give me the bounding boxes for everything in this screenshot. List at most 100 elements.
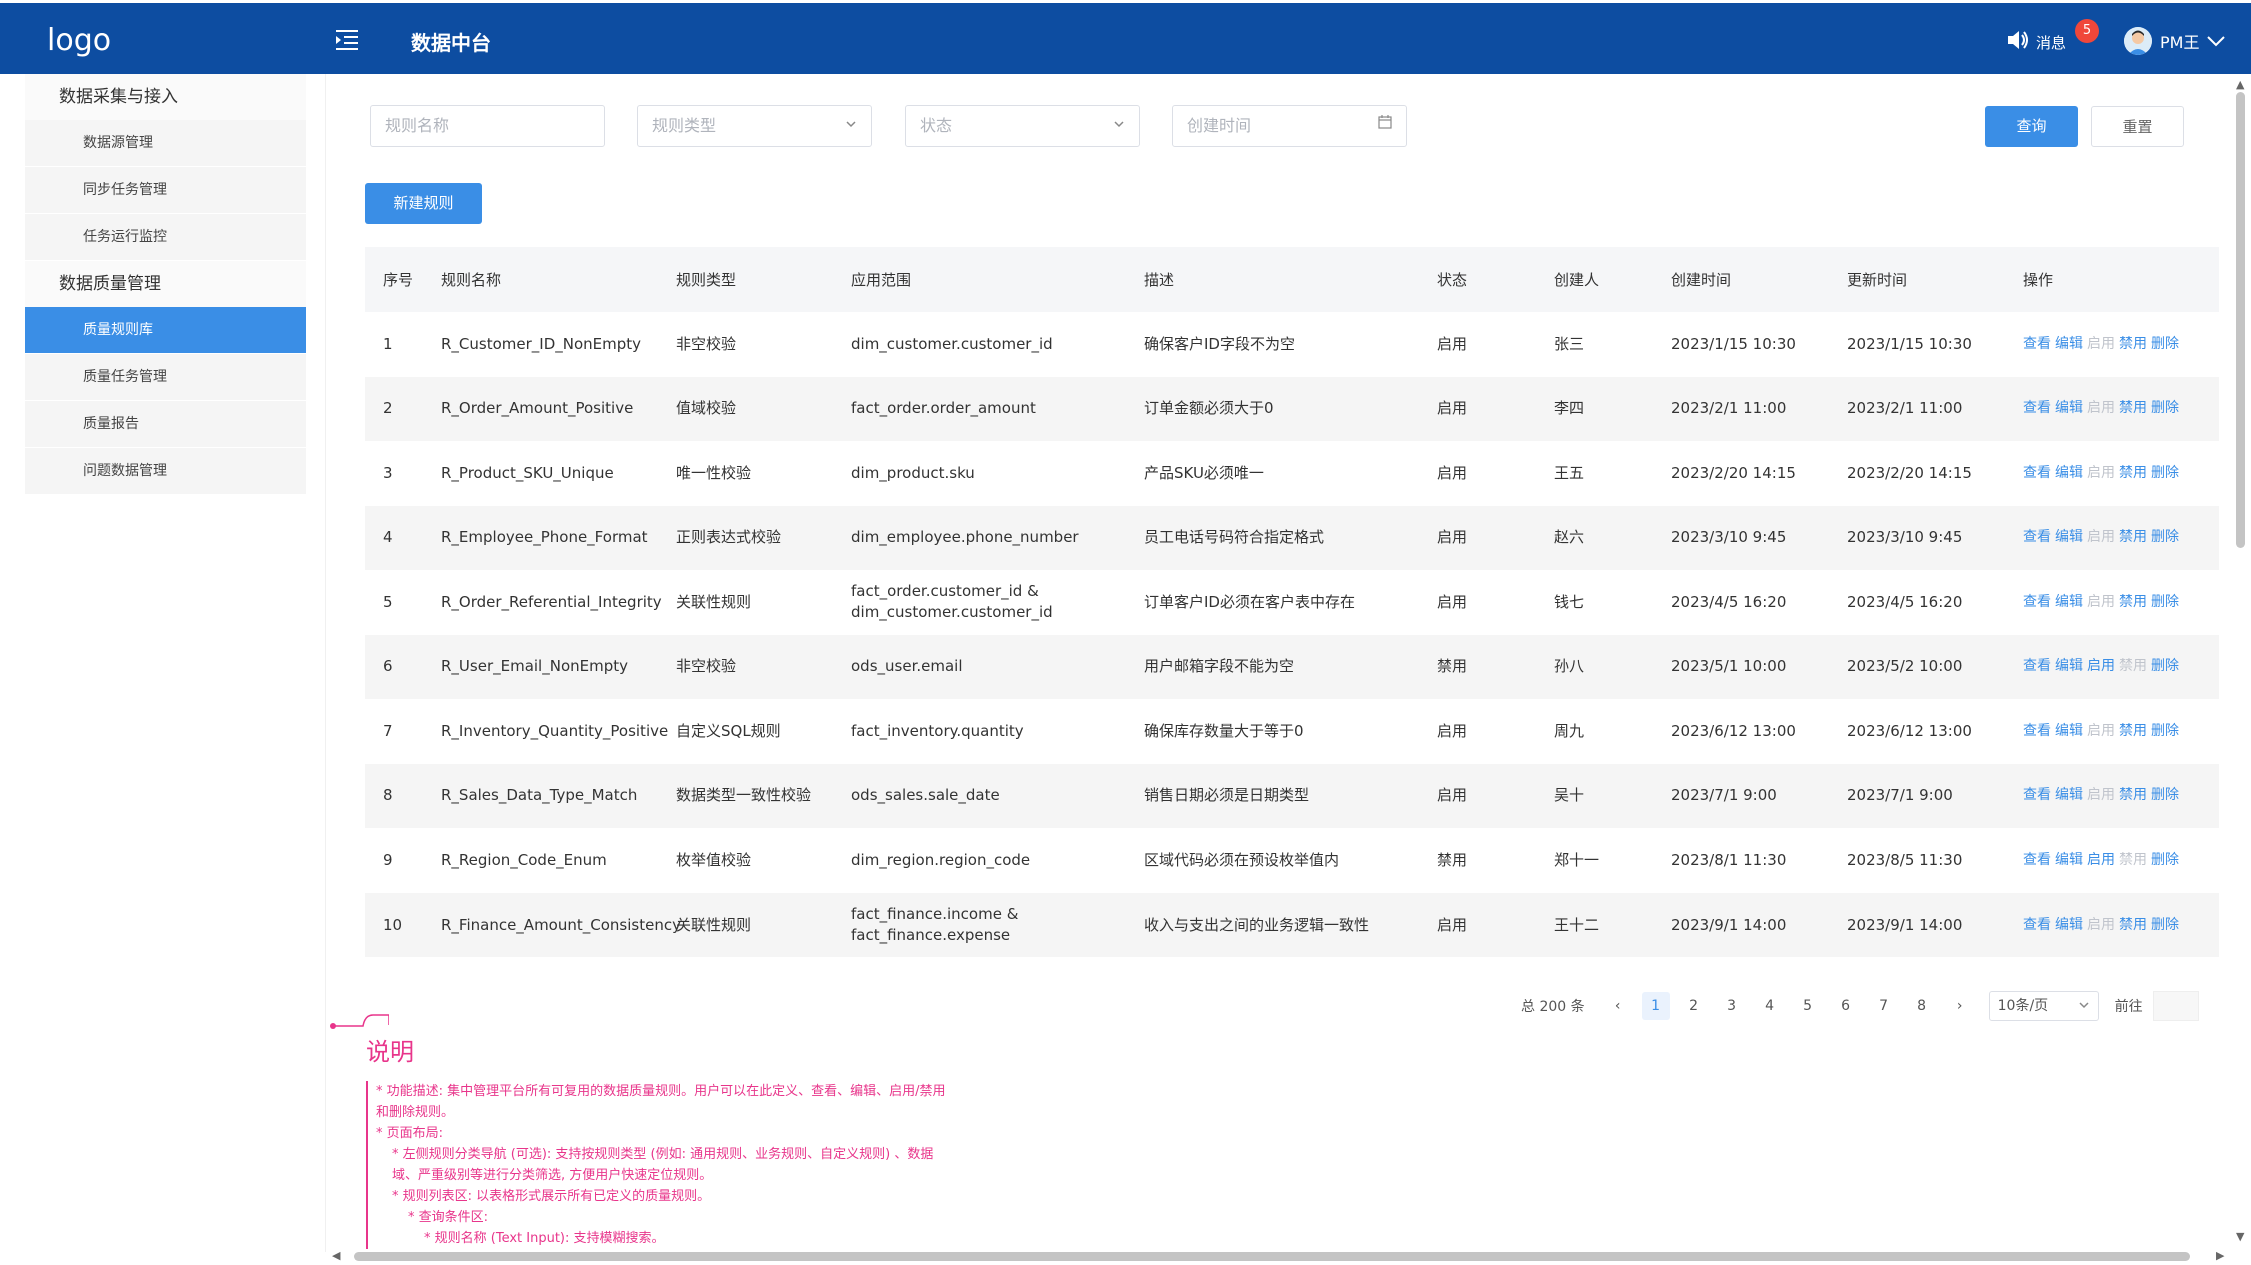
scroll-right-icon[interactable]: ▶ [2216,1249,2224,1262]
disable-button[interactable]: 禁用 [2119,465,2147,481]
horizontal-scrollbar[interactable]: ◀ ▶ [330,1248,2230,1265]
delete-button[interactable]: 删除 [2151,594,2179,610]
sidebar-item-problem-data[interactable]: 问题数据管理 [25,448,306,495]
view-button[interactable]: 查看 [2023,594,2051,610]
edit-button[interactable]: 编辑 [2055,852,2083,868]
cell-type: 唯一性校验 [658,440,833,506]
sidebar-item-quality-tasks[interactable]: 质量任务管理 [25,354,306,401]
delete-button[interactable]: 删除 [2151,465,2179,481]
created-time-picker[interactable]: 创建时间 [1172,105,1407,147]
enable-button[interactable]: 启用 [2087,658,2115,674]
cell-status: 启用 [1419,505,1536,570]
view-button[interactable]: 查看 [2023,465,2051,481]
user-menu[interactable]: PM王 [2124,27,2226,55]
rule-name-input[interactable]: 规则名称 [370,105,605,147]
cell-name: R_User_Email_NonEmpty [423,634,658,699]
edit-button[interactable]: 编辑 [2055,658,2083,674]
view-button[interactable]: 查看 [2023,723,2051,739]
delete-button[interactable]: 删除 [2151,787,2179,803]
messages-button[interactable]: 消息 [2006,29,2066,55]
sidebar-item-task-monitor[interactable]: 任务运行监控 [25,214,306,261]
prev-page-button[interactable]: ‹ [1599,998,1637,1014]
rule-type-select[interactable]: 规则类型 [637,105,872,147]
page-button[interactable]: 3 [1713,998,1751,1014]
vertical-scroll-thumb[interactable] [2236,92,2245,548]
enable-button[interactable]: 启用 [2087,852,2115,868]
cell-created: 2023/2/20 14:15 [1653,440,1829,506]
next-page-button[interactable]: › [1941,998,1979,1014]
vertical-scrollbar[interactable]: ▲ ▼ [2232,78,2250,1248]
scroll-down-icon[interactable]: ▼ [2236,1230,2244,1243]
delete-button[interactable]: 删除 [2151,723,2179,739]
page-button[interactable]: 1 [1641,992,1670,1020]
view-button[interactable]: 查看 [2023,917,2051,933]
page-button[interactable]: 7 [1865,998,1903,1014]
scroll-left-icon[interactable]: ◀ [332,1249,340,1262]
sidebar-item-datasource[interactable]: 数据源管理 [25,120,306,167]
disable-button[interactable]: 禁用 [2119,594,2147,610]
page-button[interactable]: 2 [1675,998,1713,1014]
delete-button[interactable]: 删除 [2151,658,2179,674]
sidebar-group-data-quality[interactable]: 数据质量管理 [25,261,306,307]
disable-button[interactable]: 禁用 [2119,917,2147,933]
disable-button[interactable]: 禁用 [2119,787,2147,803]
new-rule-button[interactable]: 新建规则 [365,183,482,224]
delete-button[interactable]: 删除 [2151,852,2179,868]
logo[interactable]: logo [47,23,111,58]
reset-button[interactable]: 重置 [2091,106,2184,147]
chevron-down-icon [2207,32,2226,51]
view-button[interactable]: 查看 [2023,787,2051,803]
page-button[interactable]: 8 [1903,998,1941,1014]
table-row: 9 R_Region_Code_Enum 枚举值校验 dim_region.regio… [365,827,2219,893]
sidebar-group-data-collection[interactable]: 数据采集与接入 [25,74,306,120]
view-button[interactable]: 查看 [2023,400,2051,416]
edit-button[interactable]: 编辑 [2055,400,2083,416]
edit-button[interactable]: 编辑 [2055,917,2083,933]
edit-button[interactable]: 编辑 [2055,465,2083,481]
cell-no: 10 [365,892,423,957]
note-line: * 页面布局: [376,1126,444,1141]
sidebar-item-quality-report[interactable]: 质量报告 [25,401,306,448]
cell-creator: 郑十一 [1536,827,1653,893]
edit-button[interactable]: 编辑 [2055,594,2083,610]
cell-creator: 张三 [1536,311,1653,377]
delete-button[interactable]: 删除 [2151,336,2179,352]
chevron-down-icon [1113,106,1125,146]
cell-desc: 区域代码必须在预设枚举值内 [1126,827,1419,893]
page-button[interactable]: 5 [1789,998,1827,1014]
horizontal-scroll-thumb[interactable] [354,1252,2190,1261]
sidebar-item-quality-rules[interactable]: 质量规则库 [25,307,306,354]
page-size-select[interactable]: 10条/页 [1988,991,2099,1021]
status-select[interactable]: 状态 [905,105,1140,147]
edit-button[interactable]: 编辑 [2055,529,2083,545]
cell-status: 启用 [1419,440,1536,506]
chevron-down-icon [845,106,857,146]
view-button[interactable]: 查看 [2023,336,2051,352]
table-row: 10 R_Finance_Amount_Consistency 关联性规则 fact_… [365,892,2219,957]
cell-created: 2023/7/1 9:00 [1653,763,1829,828]
delete-button[interactable]: 删除 [2151,917,2179,933]
goto-page-input[interactable] [2152,991,2199,1021]
disable-button[interactable]: 禁用 [2119,336,2147,352]
menu-fold-icon[interactable] [336,29,362,51]
edit-button[interactable]: 编辑 [2055,787,2083,803]
edit-button[interactable]: 编辑 [2055,723,2083,739]
view-button[interactable]: 查看 [2023,529,2051,545]
column-header: 序号 [365,247,423,312]
view-button[interactable]: 查看 [2023,852,2051,868]
query-button[interactable]: 查询 [1985,106,2078,147]
edit-button[interactable]: 编辑 [2055,336,2083,352]
cell-no: 9 [365,827,423,893]
disable-button[interactable]: 禁用 [2119,723,2147,739]
view-button[interactable]: 查看 [2023,658,2051,674]
disable-button[interactable]: 禁用 [2119,529,2147,545]
enable-button: 启用 [2087,722,2115,739]
cell-status: 启用 [1419,698,1536,764]
delete-button[interactable]: 删除 [2151,529,2179,545]
disable-button[interactable]: 禁用 [2119,400,2147,416]
scroll-up-icon[interactable]: ▲ [2236,78,2244,91]
sidebar-item-sync-tasks[interactable]: 同步任务管理 [25,167,306,214]
page-button[interactable]: 4 [1751,998,1789,1014]
delete-button[interactable]: 删除 [2151,400,2179,416]
page-button[interactable]: 6 [1827,998,1865,1014]
